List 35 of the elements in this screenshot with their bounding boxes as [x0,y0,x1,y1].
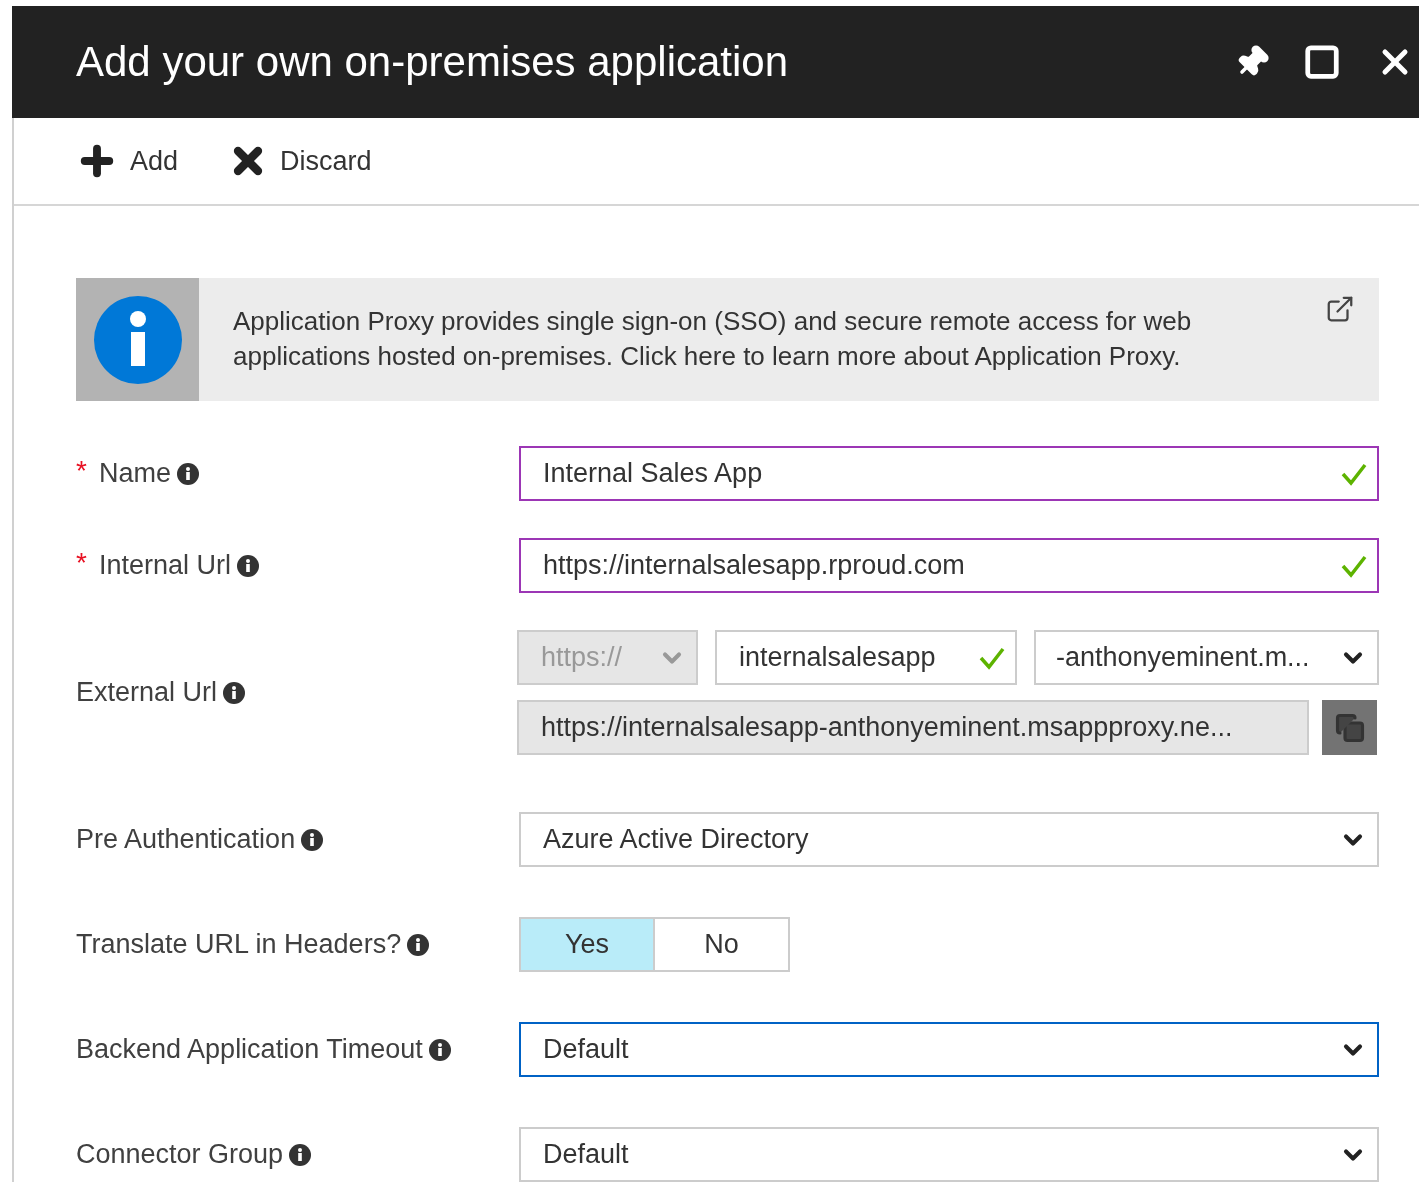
copy-icon [1334,712,1365,743]
dropdown[interactable]: Default [519,1022,1379,1077]
dropdown[interactable]: Azure Active Directory [519,812,1379,867]
info-icon[interactable] [176,462,199,485]
dropdown[interactable]: Default [519,1127,1379,1182]
input-field[interactable]: Internal Sales App [519,446,1379,501]
add-button[interactable]: Add [76,140,179,182]
copy-button[interactable] [1322,700,1377,755]
toggle-option[interactable]: Yes [519,917,655,972]
domain-dropdown[interactable]: -anthonyeminent.m... [1034,630,1379,685]
info-link[interactable]: Application Proxy provides single sign-on (SSO) and secure remote access for web applications hosted on-premises. Click here to learn more about Application Proxy. [199,278,1192,401]
toggle-option[interactable]: No [655,917,790,972]
field-label: Name [98,458,171,489]
maximize-icon[interactable] [1303,43,1341,81]
field-label: Translate URL in Headers? [76,929,402,960]
external-link-icon[interactable] [1325,294,1355,324]
field-label: Internal Url [98,550,231,581]
required-mark: * [76,546,87,579]
info-icon[interactable] [407,933,430,956]
input-field[interactable]: internalsalesapp [715,630,1017,685]
required-mark: * [76,454,87,487]
field-label: Backend Application Timeout [76,1034,423,1065]
info-icon[interactable] [301,828,324,851]
info-icon[interactable] [236,554,259,577]
info-icon [93,295,182,384]
window-title: Add your own on-premises application [76,38,790,86]
info-icon[interactable] [428,1038,451,1061]
info-icon[interactable] [289,1143,312,1166]
field-label: Pre Authentication [76,824,296,855]
discard-button[interactable]: Discard [228,141,372,181]
field-label: Connector Group [76,1139,284,1170]
input-field[interactable]: https://internalsalesapp.rproud.com [519,538,1379,593]
field-label: External Url [76,677,218,708]
info-icon[interactable] [223,681,246,704]
url-field[interactable]: https://internalsalesapp-anthonyeminent.msappproxy.ne... [517,700,1309,755]
